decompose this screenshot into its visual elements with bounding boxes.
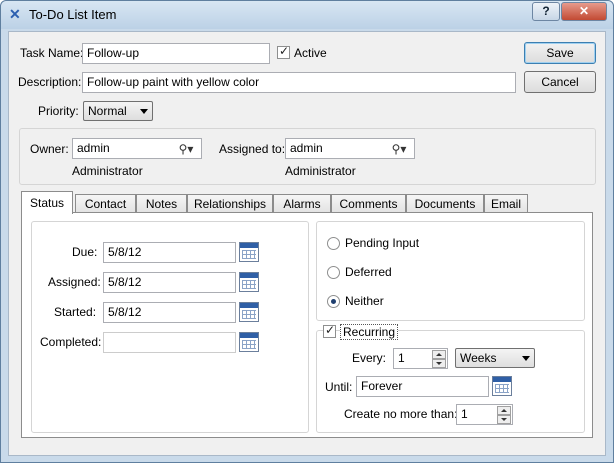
due-date-input[interactable]: 5/8/12 [103,242,236,263]
assigned-to-name: Administrator [285,164,356,178]
spin-down-icon[interactable] [497,415,511,424]
tab-relationships[interactable]: Relationships [187,194,273,213]
neither-label: Neither [345,294,384,308]
window-title: To-Do List Item [29,7,117,22]
calendar-icon[interactable] [239,272,259,292]
assigned-to-label: Assigned to: [219,142,286,156]
every-value: 1 [398,351,405,365]
dialog-window: ✕ To-Do List Item ? ✕ Task Name: Follow-… [0,0,614,463]
pending-input-radio[interactable] [327,237,340,250]
calendar-icon[interactable] [239,332,259,352]
completed-label: Completed: [40,335,102,349]
status-tab-panel: Due: 5/8/12 Assigned: 5/8/12 Started: 5/… [21,212,593,438]
priority-value: Normal [88,104,127,118]
every-label: Every: [352,351,387,365]
due-label: Due: [72,245,98,259]
spin-up-icon[interactable] [497,406,511,415]
pending-input-label: Pending Input [345,236,420,250]
assigned-to-input[interactable]: admin ⚲▾ [285,138,415,159]
search-lookup-icon[interactable]: ⚲▾ [172,140,200,159]
search-lookup-icon[interactable]: ⚲▾ [385,140,413,159]
priority-label: Priority: [38,104,79,118]
spin-down-icon[interactable] [432,359,446,368]
deferred-radio[interactable] [327,266,340,279]
task-name-input[interactable]: Follow-up [82,43,270,64]
assigned-date-label: Assigned: [48,275,101,289]
period-select[interactable]: Weeks [455,348,535,368]
max-stepper[interactable]: 1 [456,404,513,425]
priority-select[interactable]: Normal [83,101,153,121]
until-label: Until: [325,380,353,394]
recurring-checkbox[interactable] [323,323,336,338]
owner-label: Owner: [30,142,69,156]
neither-radio[interactable] [327,295,340,308]
max-label: Create no more than: [344,407,458,421]
tab-email[interactable]: Email [484,194,528,213]
title-bar[interactable]: ✕ To-Do List Item ? ✕ [1,1,613,29]
calendar-icon[interactable] [492,376,512,396]
tab-contact[interactable]: Contact [75,194,136,213]
recurring-label: Recurring [340,324,399,340]
active-checkbox[interactable] [277,44,290,59]
max-value: 1 [461,407,468,421]
active-label: Active [294,46,327,60]
owner-name: Administrator [72,164,143,178]
assigned-to-value: admin [290,141,323,155]
completed-date-input[interactable] [103,332,236,353]
description-input[interactable]: Follow-up paint with yellow color [82,72,516,93]
recurring-group: Recurring Every: 1 Weeks Until: Forever … [316,323,585,433]
tab-comments[interactable]: Comments [331,194,406,213]
chevron-down-icon [140,109,148,114]
cancel-button[interactable]: Cancel [524,71,596,93]
status-options-group: Pending Input Deferred Neither [316,221,585,321]
calendar-icon[interactable] [239,302,259,322]
chevron-down-icon [522,356,530,361]
tab-alarms[interactable]: Alarms [273,194,331,213]
period-value: Weeks [460,351,497,365]
help-button[interactable]: ? [532,2,560,21]
description-label: Description: [18,75,82,89]
assignment-group: Owner: admin ⚲▾ Administrator Assigned t… [19,128,596,185]
dates-group: Due: 5/8/12 Assigned: 5/8/12 Started: 5/… [31,221,309,433]
tab-notes[interactable]: Notes [136,194,187,213]
tab-status[interactable]: Status [21,191,73,214]
spin-up-icon[interactable] [432,350,446,359]
tab-documents[interactable]: Documents [406,194,484,213]
spin-buttons[interactable] [497,406,511,424]
assigned-date-input[interactable]: 5/8/12 [103,272,236,293]
owner-input[interactable]: admin ⚲▾ [72,138,202,159]
task-name-label: Task Name: [20,46,84,60]
app-logo-icon: ✕ [9,6,21,22]
started-date-input[interactable]: 5/8/12 [103,302,236,323]
spin-buttons[interactable] [432,350,446,368]
owner-value: admin [77,141,110,155]
calendar-icon[interactable] [239,242,259,262]
close-button[interactable]: ✕ [561,2,607,21]
until-input[interactable]: Forever [356,376,489,397]
started-label: Started: [54,305,97,319]
deferred-label: Deferred [345,265,392,279]
every-stepper[interactable]: 1 [393,348,448,369]
save-button[interactable]: Save [524,42,596,64]
